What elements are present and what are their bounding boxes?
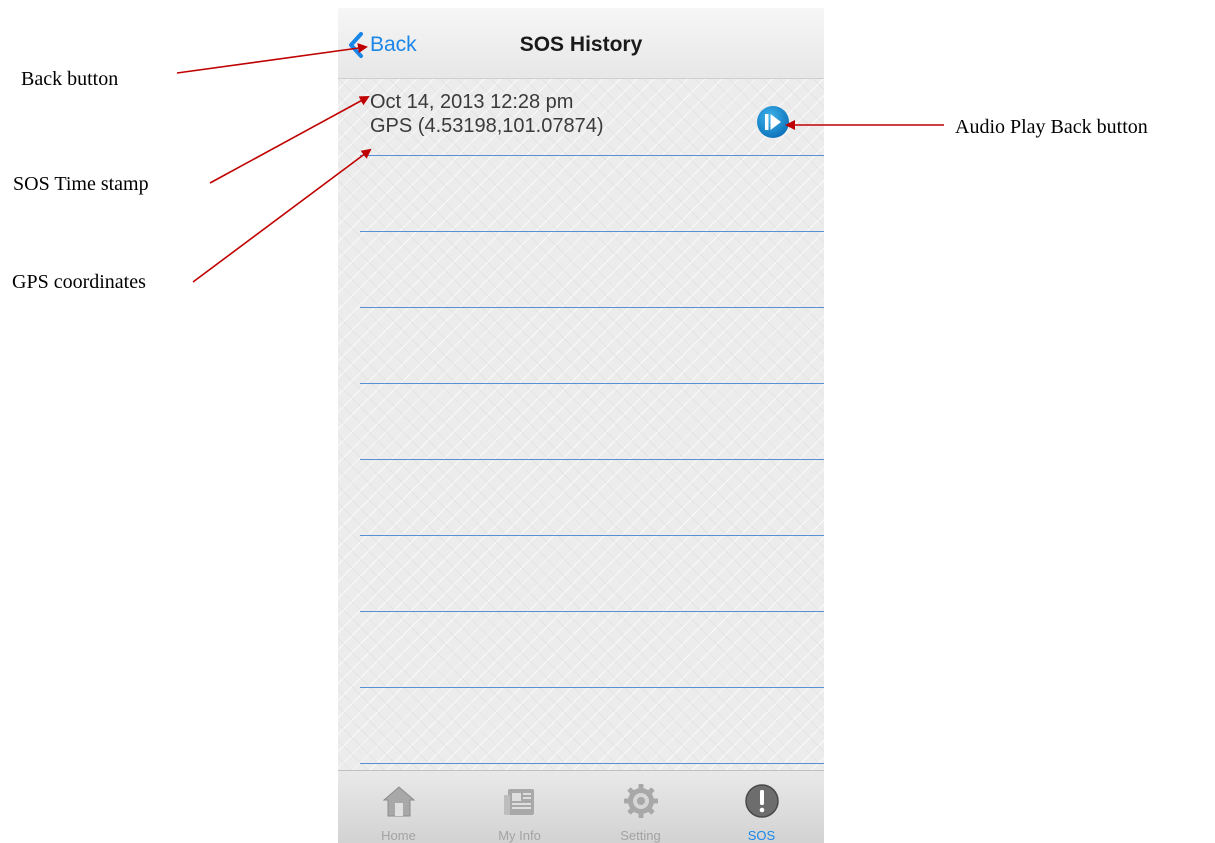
list-separator (360, 383, 824, 384)
list-separator (360, 307, 824, 308)
newspaper-icon (504, 789, 534, 815)
list-separator (360, 687, 824, 688)
annotation-gps: GPS coordinates (12, 271, 146, 293)
annotation-audio-playback: Audio Play Back button (955, 116, 1148, 138)
list-separator (360, 535, 824, 536)
sos-timestamp: Oct 14, 2013 12:28 pm (370, 91, 574, 113)
list-separator (360, 763, 824, 764)
tab-bar: Home My Info Setting SOS (338, 770, 824, 843)
home-icon (382, 786, 416, 817)
tab-setting[interactable]: Setting (580, 771, 701, 843)
tab-sos[interactable]: SOS (701, 771, 822, 843)
list-separator (360, 611, 824, 612)
tab-my-info[interactable]: My Info (459, 771, 580, 843)
exclamation-icon (745, 784, 779, 818)
audio-playback-button[interactable] (756, 105, 790, 139)
gear-icon (624, 784, 658, 818)
navigation-bar: Back SOS History (338, 8, 824, 79)
phone-screen: Back SOS History Oct 14, 2013 12:28 pm G… (338, 8, 824, 843)
annotation-back-button: Back button (21, 68, 119, 90)
list-separator (360, 231, 824, 232)
page-title: SOS History (519, 33, 643, 56)
annotation-timestamp: SOS Time stamp (13, 173, 149, 195)
list-separator (360, 459, 824, 460)
tab-home[interactable]: Home (338, 771, 459, 843)
sos-history-item[interactable]: Oct 14, 2013 12:28 pm GPS (4.53198,101.0… (370, 90, 604, 138)
list-separator (360, 155, 824, 156)
gps-coordinates: GPS (4.53198,101.07874) (370, 115, 604, 137)
